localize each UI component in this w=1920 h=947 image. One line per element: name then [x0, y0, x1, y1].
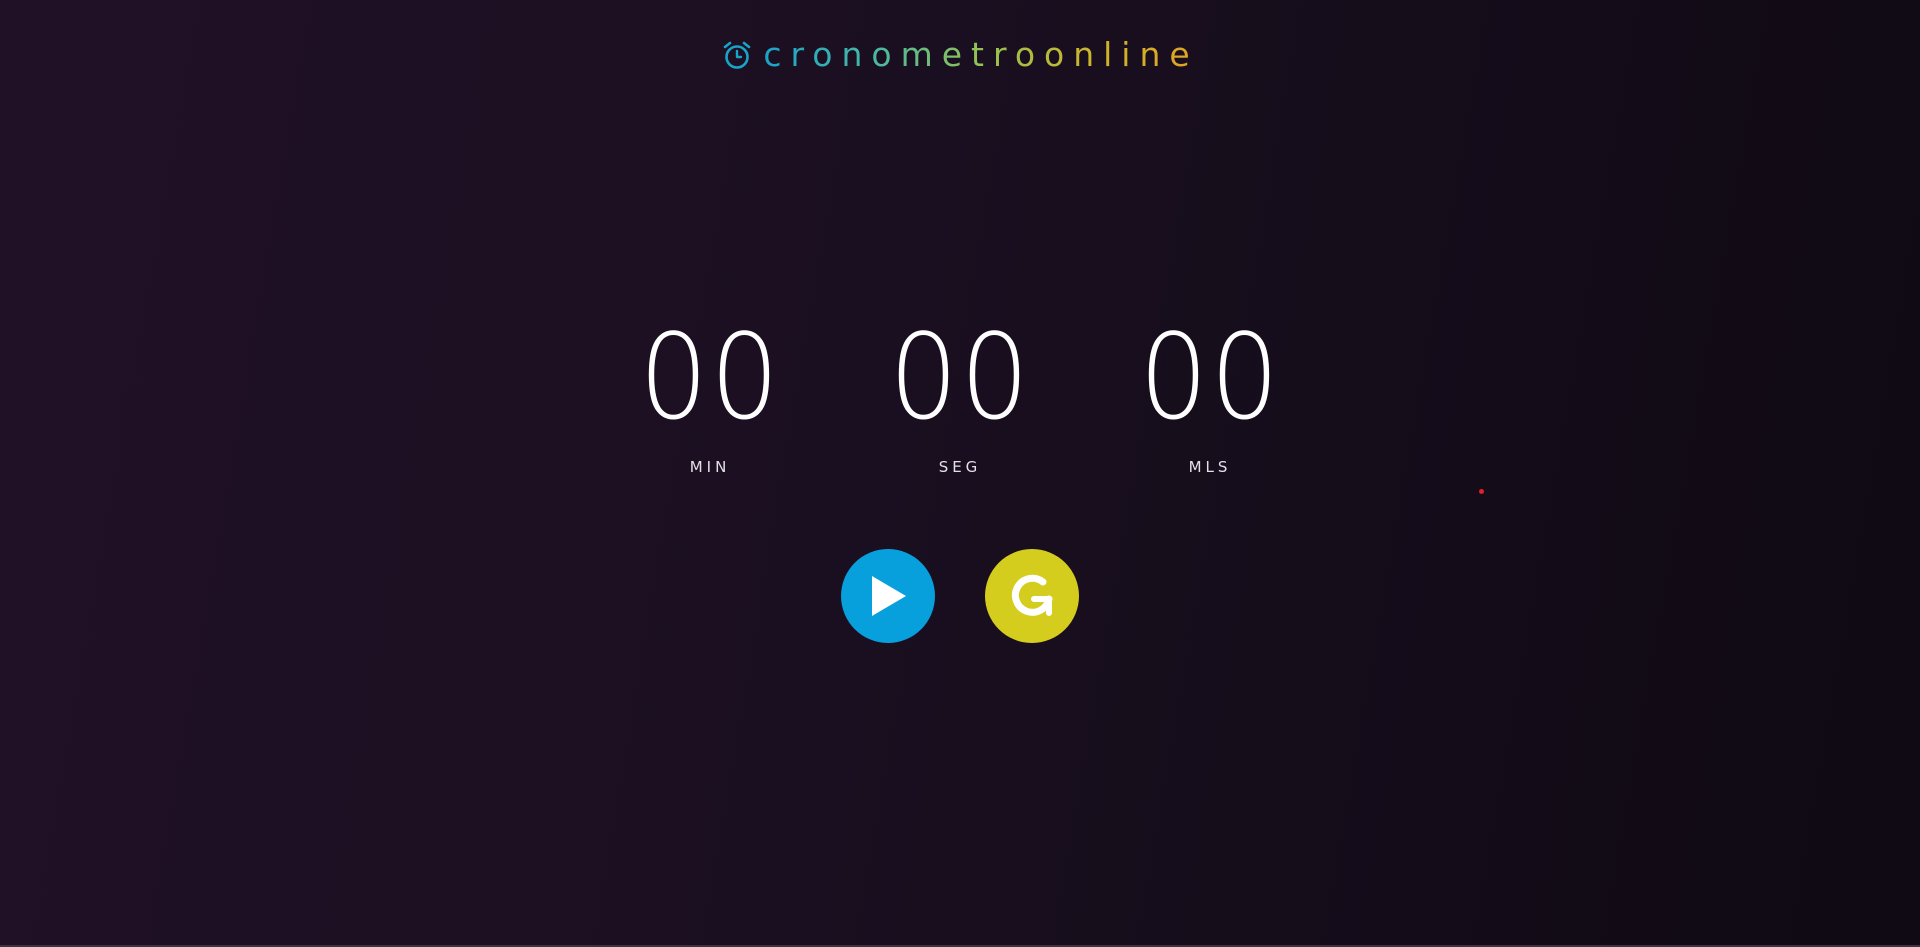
reset-button[interactable] — [985, 549, 1079, 643]
brand-name: cronometroonline — [763, 35, 1199, 74]
indicator-dot — [1479, 489, 1484, 494]
stopwatch-display: 00 MIN 00 SEG 00 MLS — [0, 318, 1920, 476]
site-logo[interactable]: cronometroonline — [0, 38, 1920, 71]
minutes-unit: 00 MIN — [635, 318, 785, 476]
alarm-clock-icon — [721, 39, 753, 71]
stopwatch-controls — [0, 549, 1920, 643]
minutes-label: MIN — [689, 458, 731, 476]
milliseconds-value: 00 — [1139, 308, 1281, 446]
milliseconds-unit: 00 MLS — [1135, 318, 1285, 476]
seconds-unit: 00 SEG — [885, 318, 1035, 476]
seconds-label: SEG — [938, 458, 982, 476]
play-button[interactable] — [841, 549, 935, 643]
milliseconds-label: MLS — [1188, 458, 1232, 476]
seconds-value: 00 — [889, 308, 1031, 446]
reset-icon — [1005, 569, 1059, 623]
minutes-value: 00 — [639, 308, 781, 446]
play-icon — [868, 574, 908, 618]
